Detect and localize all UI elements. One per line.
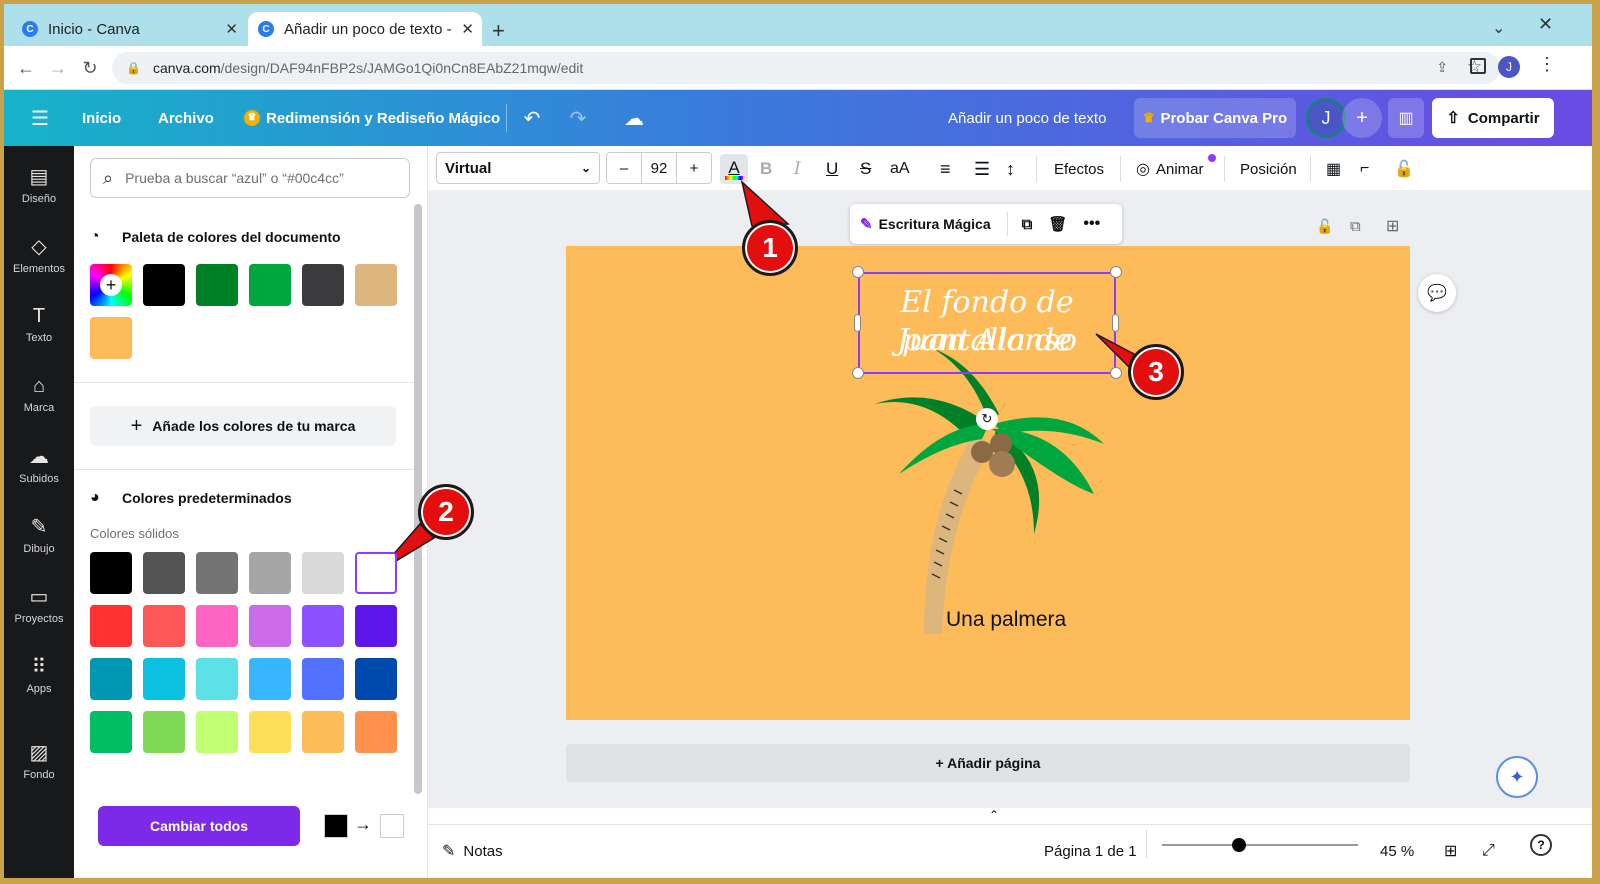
doc-color-swatch[interactable] — [355, 264, 397, 306]
solid-color-swatch[interactable] — [143, 711, 185, 753]
annotation-badge-3: 3 — [1128, 344, 1184, 400]
solid-color-swatch[interactable] — [249, 658, 291, 700]
annotation-arrows — [377, 179, 1135, 573]
solid-color-swatch[interactable] — [90, 552, 132, 594]
solid-color-swatch[interactable] — [355, 552, 397, 594]
annotation-badge-2: 2 — [418, 484, 474, 540]
solid-color-swatch[interactable] — [355, 658, 397, 700]
solid-color-swatch[interactable] — [302, 552, 344, 594]
solid-color-swatch[interactable] — [196, 552, 238, 594]
solid-color-swatch[interactable] — [90, 658, 132, 700]
doc-color-swatch[interactable] — [302, 264, 344, 306]
solid-color-swatch[interactable] — [143, 605, 185, 647]
solid-color-swatch[interactable] — [355, 711, 397, 753]
solid-color-swatch[interactable] — [196, 605, 238, 647]
solid-color-swatch[interactable] — [90, 605, 132, 647]
solid-color-swatch[interactable] — [302, 711, 344, 753]
solid-color-swatch[interactable] — [249, 605, 291, 647]
solid-color-swatch[interactable] — [196, 658, 238, 700]
annotation-badge-1: 1 — [742, 220, 798, 276]
browser-window: C Inicio - Canva ✕ C Añadir un poco de t… — [4, 4, 1592, 878]
solid-color-swatch[interactable] — [196, 711, 238, 753]
solid-color-swatch[interactable] — [302, 605, 344, 647]
doc-color-swatch[interactable] — [143, 264, 185, 306]
doc-color-swatch[interactable] — [249, 264, 291, 306]
solid-color-swatch[interactable] — [302, 658, 344, 700]
solid-color-swatch[interactable] — [143, 552, 185, 594]
solid-color-swatch[interactable] — [249, 711, 291, 753]
solid-color-swatch[interactable] — [355, 605, 397, 647]
solid-color-swatch[interactable] — [143, 658, 185, 700]
solid-color-swatch[interactable] — [249, 552, 291, 594]
doc-color-swatch[interactable] — [90, 317, 132, 359]
doc-color-swatch[interactable] — [196, 264, 238, 306]
solid-color-swatch[interactable] — [90, 711, 132, 753]
